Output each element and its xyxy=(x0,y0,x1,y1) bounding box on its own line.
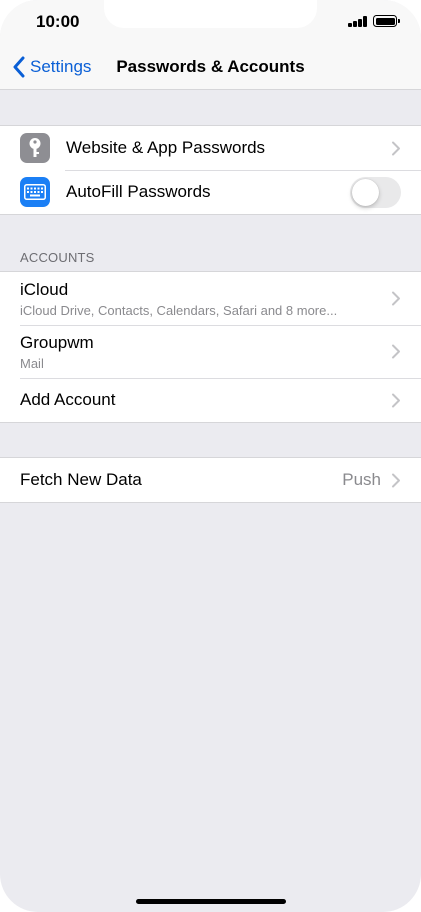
autofill-passwords-label: AutoFill Passwords xyxy=(66,182,211,201)
fetch-new-data-row[interactable]: Fetch New Data Push xyxy=(0,458,421,502)
account-title: iCloud xyxy=(20,279,69,299)
signal-icon xyxy=(348,16,368,27)
accounts-section-header: ACCOUNTS xyxy=(20,250,95,265)
website-app-passwords-row[interactable]: Website & App Passwords xyxy=(0,126,421,170)
toggle-knob xyxy=(352,178,379,206)
status-bar: 10:00 xyxy=(0,0,421,44)
chevron-right-icon xyxy=(392,291,400,306)
page-title: Passwords & Accounts xyxy=(116,57,305,76)
accounts-group: iCloud iCloud Drive, Contacts, Calendars… xyxy=(0,271,421,423)
fetch-new-data-label: Fetch New Data xyxy=(20,470,142,489)
navigation-bar: Settings Passwords & Accounts xyxy=(0,44,421,90)
autofill-toggle[interactable] xyxy=(350,176,401,208)
account-subtitle: Mail xyxy=(20,355,44,371)
chevron-right-icon xyxy=(392,141,400,155)
home-indicator[interactable] xyxy=(136,899,286,904)
account-subtitle: iCloud Drive, Contacts, Calendars, Safar… xyxy=(20,302,338,318)
keyboard-icon xyxy=(20,177,50,207)
autofill-passwords-row: AutoFill Passwords xyxy=(0,170,421,214)
add-account-row[interactable]: Add Account xyxy=(0,378,421,422)
add-account-label: Add Account xyxy=(20,390,116,409)
notch xyxy=(104,0,317,28)
account-row-icloud[interactable]: iCloud iCloud Drive, Contacts, Calendars… xyxy=(0,272,421,325)
battery-icon xyxy=(373,15,400,27)
passwords-group: Website & App Passwords AutoFill Passwor… xyxy=(0,125,421,215)
fetch-group: Fetch New Data Push xyxy=(0,457,421,503)
chevron-right-icon xyxy=(392,473,400,487)
chevron-right-icon xyxy=(392,344,400,359)
website-app-passwords-label: Website & App Passwords xyxy=(66,138,266,157)
status-time: 10:00 xyxy=(36,12,80,31)
account-title: Groupwm xyxy=(20,332,94,352)
key-icon xyxy=(20,133,50,163)
chevron-right-icon xyxy=(392,393,400,407)
fetch-value: Push xyxy=(342,470,381,489)
screen: 10:00 Settings Passwords & Accounts Webs… xyxy=(0,0,421,912)
account-row-groupwm[interactable]: Groupwm Mail xyxy=(0,325,421,378)
